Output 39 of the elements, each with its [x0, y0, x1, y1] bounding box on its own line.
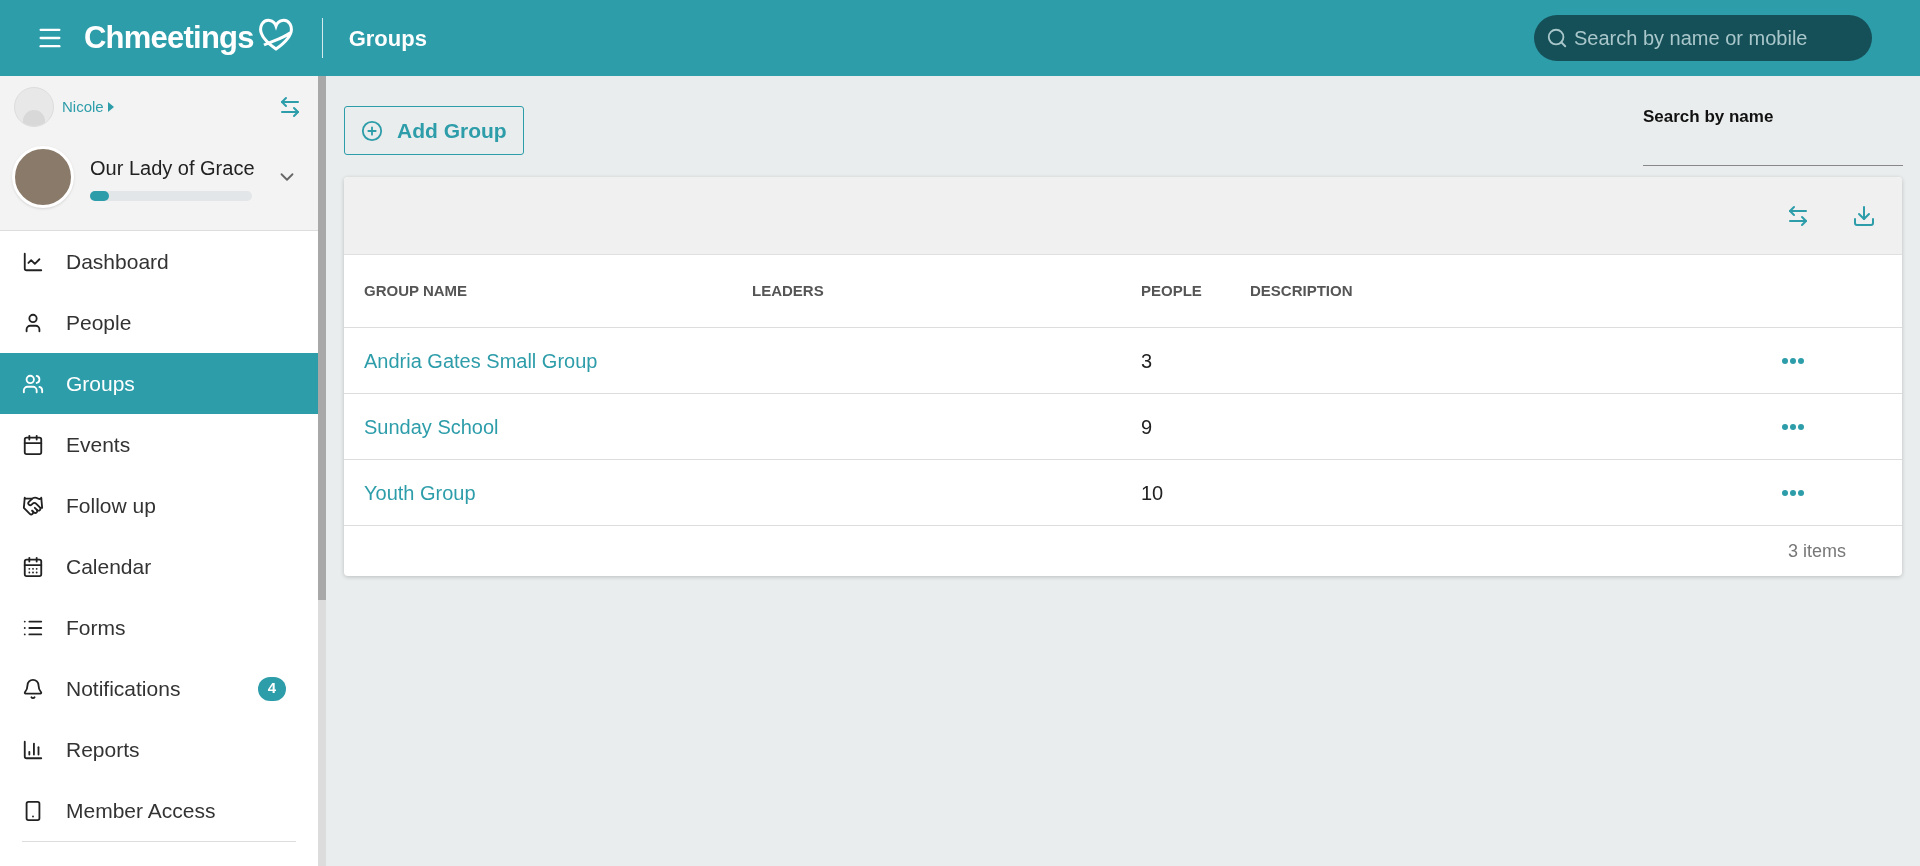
people-count: 9 [1141, 414, 1154, 440]
row-actions-button[interactable] [1782, 489, 1804, 496]
switch-view-button[interactable] [1786, 203, 1810, 228]
search-icon [1546, 27, 1568, 49]
organization-name: Our Lady of Grace [90, 156, 255, 181]
switch-arrows-icon [1786, 203, 1810, 228]
row-actions-button[interactable] [1782, 423, 1804, 430]
bar-chart-icon [22, 738, 44, 761]
calendar-icon [22, 555, 44, 578]
switch-account-button[interactable] [278, 95, 302, 119]
bell-icon [22, 677, 44, 700]
chart-icon [22, 250, 44, 273]
more-icon [1782, 357, 1804, 364]
row-actions-button[interactable] [1782, 357, 1804, 364]
item-count: 3 items [1787, 539, 1846, 563]
notification-count-badge: 4 [258, 676, 286, 701]
avatar-icon [14, 87, 54, 127]
scrollbar-thumb[interactable] [318, 76, 326, 600]
download-icon [1852, 203, 1876, 228]
plus-circle-icon [361, 119, 383, 142]
column-header: LEADERS [752, 280, 825, 301]
users-icon [22, 372, 44, 395]
global-search-field[interactable]: Search by name or mobile [1534, 15, 1872, 61]
switch-arrows-icon [278, 95, 302, 119]
column-header: GROUP NAME [364, 280, 469, 301]
calendar-icon [22, 433, 44, 456]
more-icon [1782, 489, 1804, 496]
download-button[interactable] [1852, 203, 1876, 228]
handshake-icon [22, 494, 44, 517]
search-by-name-label: Search by name [1643, 106, 1775, 128]
organization-photo-placeholder [12, 146, 74, 208]
page-title: Groups [348, 24, 427, 53]
people-count: 3 [1141, 348, 1154, 374]
column-header: DESCRIPTION [1250, 280, 1354, 301]
people-count: 10 [1141, 480, 1165, 506]
caret-icon [107, 102, 114, 112]
column-header: PEOPLE [1141, 280, 1203, 301]
logo-text: Chmeetings [84, 18, 254, 57]
more-icon [1782, 423, 1804, 430]
